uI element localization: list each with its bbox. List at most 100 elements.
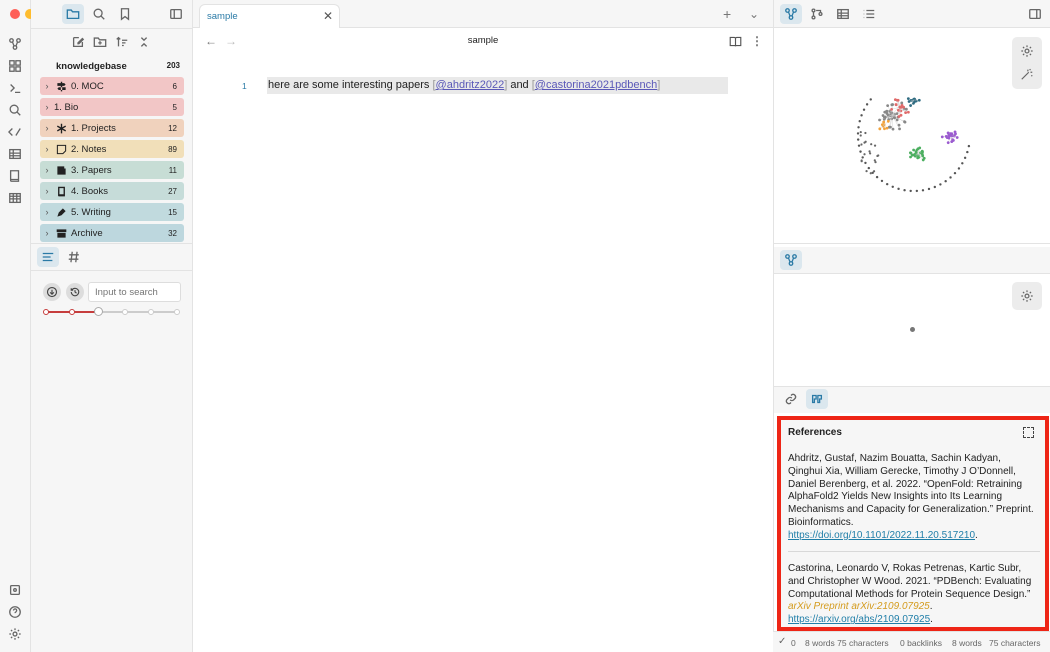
chevron-right-icon[interactable]: › bbox=[40, 207, 54, 217]
slider-tick bbox=[148, 309, 154, 315]
vault-icon[interactable] bbox=[7, 582, 23, 598]
new-tab-icon[interactable]: + bbox=[723, 6, 731, 22]
status-word-count: 8 words 75 characters bbox=[805, 638, 889, 648]
code-percent-icon[interactable] bbox=[7, 124, 23, 140]
slider-tick bbox=[174, 309, 180, 315]
slider-tick bbox=[122, 309, 128, 315]
reference-link[interactable]: https://doi.org/10.1101/2022.11.20.51721… bbox=[788, 530, 975, 541]
book-icon[interactable] bbox=[7, 168, 23, 184]
signpost-icon bbox=[54, 80, 68, 92]
collapse-all-icon[interactable] bbox=[133, 32, 155, 52]
new-note-icon[interactable] bbox=[67, 32, 89, 52]
file-explorer-icon[interactable] bbox=[62, 4, 84, 24]
folder-label: 1. Bio bbox=[54, 101, 79, 113]
tab-sample[interactable]: sample ✕ bbox=[199, 4, 340, 28]
sort-icon[interactable] bbox=[111, 32, 133, 52]
folder-count: 6 bbox=[172, 81, 177, 91]
folder-label: 2. Notes bbox=[71, 143, 107, 155]
folder-count: 89 bbox=[168, 144, 177, 154]
chevron-right-icon[interactable]: › bbox=[40, 165, 54, 175]
chevron-right-icon[interactable]: › bbox=[40, 144, 54, 154]
chevron-right-icon[interactable]: › bbox=[40, 81, 54, 91]
folder-item[interactable]: › 5. Writing 15 bbox=[40, 203, 184, 221]
references-tab-bar bbox=[774, 387, 1050, 413]
snowflake-icon bbox=[54, 122, 68, 134]
slider-handle[interactable] bbox=[94, 307, 103, 316]
sticky-note-icon bbox=[54, 143, 68, 155]
ribbon bbox=[0, 0, 50, 652]
quote-references-tab-icon[interactable] bbox=[806, 389, 828, 409]
file-sidebar: knowledgebase 203 › 0. MOC 6 › 1. Bio 5 › 1. Pr… bbox=[31, 0, 193, 652]
chevron-right-icon[interactable]: › bbox=[40, 186, 54, 196]
slider-track[interactable] bbox=[43, 307, 180, 316]
help-icon[interactable] bbox=[7, 604, 23, 620]
folder-count: 32 bbox=[168, 228, 177, 238]
graph-tab-icon[interactable] bbox=[780, 4, 802, 24]
note-title: sample bbox=[467, 35, 499, 46]
list-tab-icon[interactable] bbox=[858, 4, 880, 24]
references-heading: References bbox=[788, 427, 842, 438]
git-tab-icon[interactable] bbox=[806, 4, 828, 24]
reference-item: Ahdritz, Gustaf, Nazim Bouatta, Sachin K… bbox=[788, 453, 1034, 541]
local-graph-settings-icon[interactable] bbox=[1020, 289, 1034, 303]
editor-line[interactable]: here are some interesting papers [@ahdri… bbox=[267, 77, 728, 94]
search-icon[interactable] bbox=[7, 102, 23, 118]
sidebar-search-icon[interactable] bbox=[88, 4, 110, 24]
folder-item[interactable]: › 3. Papers 11 bbox=[40, 161, 184, 179]
history-icon[interactable] bbox=[66, 283, 84, 301]
folder-count: 15 bbox=[168, 207, 177, 217]
folder-count: 27 bbox=[168, 186, 177, 196]
toggle-right-sidebar-icon[interactable] bbox=[1024, 4, 1046, 24]
folder-item[interactable]: › 2. Notes 89 bbox=[40, 140, 184, 158]
local-graph-node[interactable] bbox=[910, 327, 915, 332]
chevron-right-icon[interactable]: › bbox=[40, 102, 54, 112]
reference-journal: arXiv Preprint arXiv:2109.07925 bbox=[788, 601, 930, 613]
graph-controls bbox=[1012, 37, 1042, 89]
spreadsheet-icon[interactable] bbox=[7, 190, 23, 206]
table-icon[interactable] bbox=[7, 146, 23, 162]
tab-bar: sample ✕ + ⌄ bbox=[193, 0, 773, 28]
status-backlinks[interactable]: 0 backlinks bbox=[900, 638, 942, 648]
close-window-button[interactable] bbox=[10, 9, 20, 19]
folder-count: 5 bbox=[172, 102, 177, 112]
tags-tab-icon[interactable] bbox=[63, 247, 85, 267]
folder-item[interactable]: › 4. Books 27 bbox=[40, 182, 184, 200]
status-check-count: 0 bbox=[791, 638, 796, 648]
reading-view-icon[interactable] bbox=[729, 35, 742, 51]
tag-search-input[interactable] bbox=[88, 282, 181, 302]
backlinks-tab-icon[interactable] bbox=[780, 389, 802, 409]
more-options-icon[interactable]: ⋮ bbox=[751, 34, 763, 48]
graph-view-icon[interactable] bbox=[7, 36, 23, 52]
tab-list-chevron-icon[interactable]: ⌄ bbox=[749, 7, 759, 21]
new-folder-icon[interactable] bbox=[89, 32, 111, 52]
bookmark-icon[interactable] bbox=[114, 4, 136, 24]
local-graph-tab-icon[interactable] bbox=[780, 250, 802, 270]
download-icon[interactable] bbox=[43, 283, 61, 301]
terminal-icon[interactable] bbox=[7, 80, 23, 96]
chevron-right-icon[interactable]: › bbox=[40, 123, 54, 133]
citation-ahdritz[interactable]: @ahdritz2022 bbox=[436, 79, 505, 91]
dashboard-icon[interactable] bbox=[7, 58, 23, 74]
global-graph[interactable] bbox=[844, 65, 984, 205]
sync-check-icon[interactable]: ✓ bbox=[778, 636, 786, 647]
folder-item[interactable]: › 1. Projects 12 bbox=[40, 119, 184, 137]
settings-icon[interactable] bbox=[7, 626, 23, 642]
vault-name[interactable]: knowledgebase 203 bbox=[56, 61, 180, 73]
folder-item[interactable]: › Archive 32 bbox=[40, 224, 184, 242]
folder-count: 11 bbox=[168, 165, 177, 175]
references-panel: References Ahdritz, Gustaf, Nazim Bouatt… bbox=[777, 416, 1049, 631]
folder-item[interactable]: › 1. Bio 5 bbox=[40, 98, 184, 116]
chevron-right-icon[interactable]: › bbox=[40, 228, 54, 238]
folder-item[interactable]: › 0. MOC 6 bbox=[40, 77, 184, 95]
status-words: 8 words bbox=[952, 638, 982, 648]
close-tab-icon[interactable]: ✕ bbox=[323, 9, 333, 23]
toggle-sidebar-icon[interactable] bbox=[165, 4, 187, 24]
citation-castorina[interactable]: @castorina2021pdbench bbox=[535, 79, 657, 91]
copy-references-icon[interactable] bbox=[1023, 427, 1034, 438]
outline-tab-icon[interactable] bbox=[37, 247, 59, 267]
folder-label: 1. Projects bbox=[71, 122, 116, 134]
graph-settings-icon[interactable] bbox=[1020, 44, 1034, 58]
magic-wand-icon[interactable] bbox=[1020, 67, 1034, 81]
reference-link[interactable]: https://arxiv.org/abs/2109.07925 bbox=[788, 614, 930, 625]
table-tab-icon[interactable] bbox=[832, 4, 854, 24]
